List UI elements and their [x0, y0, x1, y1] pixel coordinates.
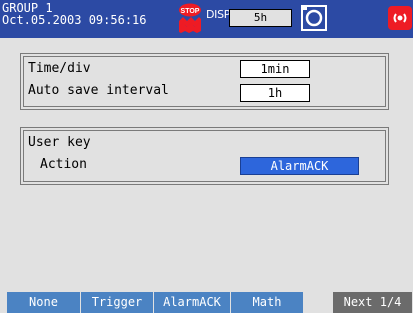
display-settings-panel: Time/div 1min Auto save interval 1h — [20, 53, 389, 110]
softkey-bar: None Trigger AlarmACK Math Next 1/4 — [0, 292, 413, 313]
time-div-field[interactable]: 1min — [240, 60, 310, 78]
date-time: Oct.05.2003 09:56:16 — [2, 13, 147, 27]
disp-label: DISP — [206, 8, 231, 21]
softkey-none[interactable]: None — [7, 292, 81, 313]
user-key-panel: User key Action AlarmACK — [20, 127, 389, 185]
action-label: Action — [40, 157, 87, 172]
status-bar: GROUP 1 Oct.05.2003 09:56:16 STOP DISP 5… — [0, 0, 413, 38]
softkey-trigger[interactable]: Trigger — [81, 292, 154, 313]
auto-save-interval-label: Auto save interval — [28, 83, 169, 98]
softkey-alarmack[interactable]: AlarmACK — [154, 292, 231, 313]
alarm-icon — [388, 6, 412, 30]
stop-icon: STOP — [179, 3, 201, 33]
time-div-label: Time/div — [28, 61, 91, 76]
user-key-title: User key — [28, 135, 91, 150]
group-info: GROUP 1 Oct.05.2003 09:56:16 — [2, 2, 147, 26]
display-camera-icon[interactable] — [301, 5, 327, 31]
action-field[interactable]: AlarmACK — [240, 157, 359, 175]
auto-save-interval-field[interactable]: 1h — [240, 84, 310, 102]
softkey-next[interactable]: Next 1/4 — [333, 292, 413, 313]
softkey-math[interactable]: Math — [231, 292, 304, 313]
alarm-wave-icon — [393, 13, 407, 23]
disp-span-value[interactable]: 5h — [229, 9, 292, 27]
stop-text: STOP — [181, 8, 200, 15]
